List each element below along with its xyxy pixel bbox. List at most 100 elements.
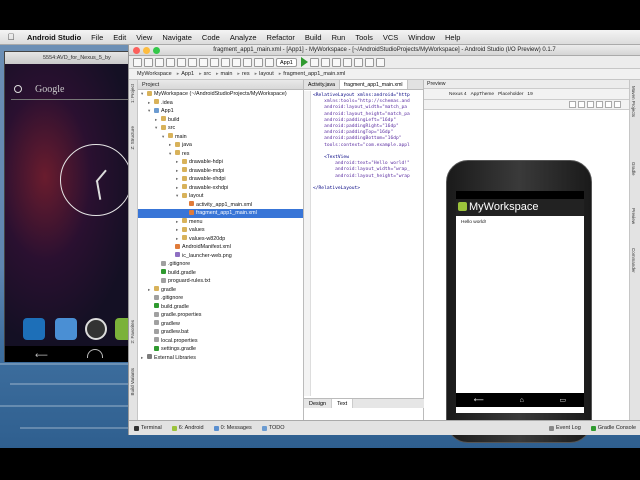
gradle-console-tool-button[interactable]: Gradle Console [586,425,640,431]
tree-item[interactable]: local.properties [138,337,303,346]
menu-window[interactable]: Window [403,33,440,42]
undo-icon[interactable] [166,57,175,67]
menu-analyze[interactable]: Analyze [225,33,262,42]
breadcrumb-item[interactable]: res [237,71,254,77]
refresh-icon[interactable] [605,101,612,108]
messages-tool-button[interactable]: 0: Messages [209,425,257,431]
contacts-icon[interactable] [55,318,77,340]
tree-item[interactable]: ▸ build [138,116,303,125]
breadcrumb-item[interactable]: fragment_app1_main.xml [279,71,351,77]
menu-build[interactable]: Build [300,33,327,42]
tree-item[interactable]: ▾ App1 [138,107,303,116]
tab-fragment-xml[interactable]: fragment_app1_main.xml [340,80,408,89]
tree-item[interactable]: proguard-rules.txt [138,277,303,286]
tree-item[interactable]: ▸ drawable-xxhdpi [138,184,303,193]
menu-run[interactable]: Run [327,33,351,42]
emulator-screen[interactable]: Google [5,64,138,346]
menu-view[interactable]: View [131,33,157,42]
paste-icon[interactable] [210,57,219,67]
tree-item[interactable]: ▸ .idea [138,99,303,108]
tool-tab-build-variants[interactable]: Build Variants [130,368,135,395]
close-window-icon[interactable] [133,47,140,54]
phone-icon[interactable] [23,318,45,340]
tab-design[interactable]: Design [304,399,333,408]
tree-item[interactable]: build.gradle [138,269,303,278]
minimize-window-icon[interactable] [143,47,150,54]
tree-item[interactable]: ▸ values-w820dp [138,235,303,244]
emulator-window[interactable]: 5554:AVD_for_Nexus_5_by Google ⟵ [4,51,139,362]
tree-item[interactable]: .gitignore [138,260,303,269]
menu-tools[interactable]: Tools [350,33,378,42]
todo-tool-button[interactable]: TODO [257,425,290,431]
menu-app[interactable]: Android Studio [22,33,86,42]
zoom-in-icon[interactable] [587,101,594,108]
tool-tab-favorites[interactable]: 2: Favorites [130,320,135,344]
tree-item[interactable]: ▸ External Libraries [138,354,303,363]
forward-nav-icon[interactable] [254,57,263,67]
tree-item[interactable]: gradle.properties [138,311,303,320]
home-icon[interactable] [87,349,103,358]
tree-item[interactable]: ▸ gradle [138,286,303,295]
breadcrumb-item[interactable]: src [199,71,216,77]
find-icon[interactable] [221,57,230,67]
project-panel-header[interactable]: Project [138,80,303,90]
android-tool-button[interactable]: 6: Android [167,425,209,431]
menu-code[interactable]: Code [197,33,225,42]
build-icon[interactable] [265,57,274,67]
attach-debugger-icon[interactable] [320,57,330,67]
run-icon[interactable] [300,57,308,67]
breadcrumb-item[interactable]: MyWorkspace [137,71,177,77]
google-search-bar[interactable]: Google [11,82,133,100]
tree-item[interactable]: ▾ res [138,150,303,159]
tree-item[interactable]: gradlew.bat [138,328,303,337]
tree-item[interactable]: ▸ drawable-xhdpi [138,175,303,184]
menu-help[interactable]: Help [440,33,465,42]
module-selector[interactable]: App1 [276,57,297,67]
breadcrumb-item[interactable]: main [216,71,237,77]
tree-item[interactable]: activity_app1_main.xml [138,201,303,210]
cut-icon[interactable] [188,57,197,67]
tree-item[interactable]: ▾ main [138,133,303,142]
open-folder-icon[interactable] [133,57,142,67]
redo-icon[interactable] [177,57,186,67]
app-drawer-icon[interactable] [85,318,107,340]
api-level-selector[interactable]: 19 [527,92,532,97]
clock-widget[interactable] [60,144,132,216]
breadcrumb-item[interactable]: App1 [177,71,199,77]
tree-item[interactable]: ▾ MyWorkspace (~/AndroidStudioProjects/My… [138,90,303,99]
code-editor[interactable]: <RelativeLayout xmlns:android="http xmln… [304,91,424,396]
settings-icon[interactable] [614,101,621,108]
menu-vcs[interactable]: VCS [378,33,403,42]
sync-icon[interactable] [155,57,164,67]
zoom-actual-icon[interactable] [578,101,585,108]
tool-tab-commander[interactable]: Commander [631,248,636,273]
back-icon[interactable]: ⟵ [35,350,48,361]
tree-item[interactable]: ▾ layout [138,192,303,201]
tree-item[interactable]: AndroidManifest.xml [138,243,303,252]
tool-tab-maven[interactable]: Maven Projects [631,86,636,117]
replace-icon[interactable] [232,57,241,67]
ddms-icon[interactable] [331,57,341,67]
tree-item[interactable]: ▸ values [138,226,303,235]
tree-item[interactable]: settings.gradle [138,345,303,354]
menu-edit[interactable]: Edit [108,33,131,42]
tab-activity-java[interactable]: Activity.java [304,80,341,89]
menu-navigate[interactable]: Navigate [157,33,197,42]
tree-item[interactable]: ▸ menu [138,218,303,227]
tree-item[interactable]: .gitignore [138,294,303,303]
tree-item[interactable]: gradlew [138,320,303,329]
save-icon[interactable] [144,57,153,67]
tree-item[interactable]: build.gradle [138,303,303,312]
tab-text[interactable]: Text [332,399,354,408]
tree-item[interactable]: ▾ src [138,124,303,133]
breadcrumb-item[interactable]: layout [255,71,279,77]
hello-world-textview[interactable]: Hello world! [456,216,584,229]
tool-tab-gradle[interactable]: Gradle [631,162,636,176]
help-icon[interactable] [375,57,385,67]
zoom-to-fit-icon[interactable] [569,101,576,108]
debug-icon[interactable] [309,57,319,67]
back-nav-icon[interactable] [243,57,252,67]
menu-file[interactable]: File [86,33,108,42]
theme-selector[interactable]: AppTheme [471,92,494,97]
sdk-manager-icon[interactable] [364,57,374,67]
